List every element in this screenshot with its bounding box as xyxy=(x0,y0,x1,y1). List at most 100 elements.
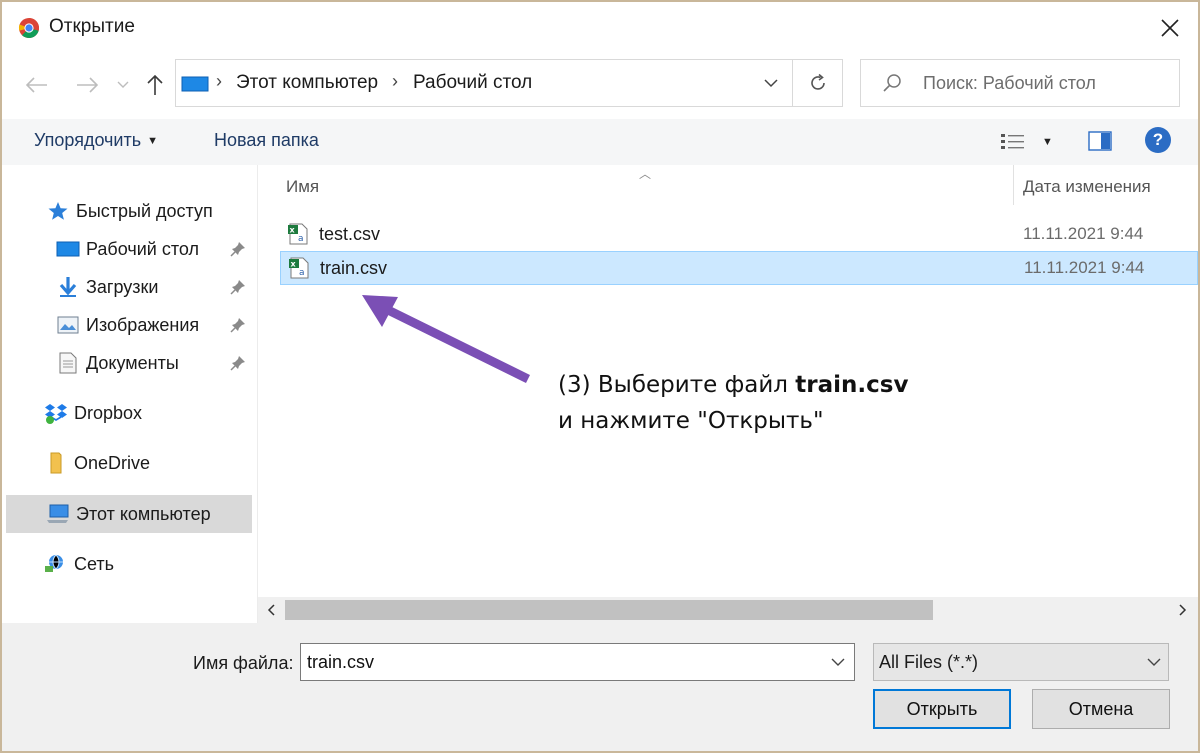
search-input[interactable] xyxy=(923,69,1163,97)
toolbar: Упорядочить ▼ Новая папка ▼ ? xyxy=(2,119,1198,166)
preview-pane-icon[interactable] xyxy=(1088,130,1112,152)
cancel-button[interactable]: Отмена xyxy=(1032,689,1170,729)
sidebar-item-documents[interactable]: Документы xyxy=(56,345,256,381)
csv-file-icon: x a xyxy=(289,257,309,279)
sidebar-item-label: Этот компьютер xyxy=(76,503,211,524)
sort-ascending-icon: ︿ xyxy=(639,167,652,181)
chevron-right-icon xyxy=(1179,604,1187,616)
scroll-right-button[interactable] xyxy=(1170,597,1196,623)
details-view-icon xyxy=(1001,134,1024,149)
forward-button[interactable] xyxy=(70,68,104,102)
pin-icon[interactable] xyxy=(230,317,246,333)
onedrive-icon xyxy=(44,452,68,474)
pictures-icon xyxy=(56,314,80,336)
column-header-date[interactable]: Дата изменения xyxy=(1023,177,1151,197)
column-header-name[interactable]: Имя xyxy=(286,177,319,197)
caret-down-icon: ▼ xyxy=(147,135,159,148)
search-icon xyxy=(883,74,901,92)
scroll-left-button[interactable] xyxy=(258,597,284,623)
back-button[interactable] xyxy=(20,68,54,102)
help-button[interactable]: ? xyxy=(1145,127,1171,153)
annotation-line2: и нажмите "Открыть" xyxy=(558,408,824,434)
arrow-left-icon xyxy=(26,77,47,93)
organize-button[interactable]: Упорядочить ▼ xyxy=(34,130,158,151)
chevron-down-icon xyxy=(117,81,129,88)
sidebar-item-label: Сеть xyxy=(74,553,115,574)
chevron-down-icon xyxy=(764,78,778,87)
close-button[interactable] xyxy=(1150,8,1190,48)
filename-input[interactable] xyxy=(307,650,807,674)
recent-locations-button[interactable] xyxy=(112,72,134,98)
open-button[interactable]: Открыть xyxy=(873,689,1011,729)
filetype-select[interactable]: All Files (*.*) xyxy=(873,643,1169,681)
breadcrumb-separator: › xyxy=(392,71,398,91)
chevron-down-icon xyxy=(1147,658,1161,666)
sidebar-item-onedrive[interactable]: OneDrive xyxy=(44,445,244,481)
star-icon xyxy=(46,200,70,222)
address-divider xyxy=(792,60,793,106)
up-button[interactable] xyxy=(140,68,170,102)
sidebar-item-downloads[interactable]: Загрузки xyxy=(56,269,256,305)
breadcrumb-separator: › xyxy=(216,71,222,91)
title-bar: Открытие xyxy=(2,2,1198,54)
annotation-text: (3) Выберите файл train.csv и нажмите "О… xyxy=(558,367,908,439)
sidebar-item-quick-access[interactable]: Быстрый доступ xyxy=(46,193,246,229)
pin-icon[interactable] xyxy=(230,355,246,371)
window-title: Открытие xyxy=(49,16,135,37)
new-folder-button[interactable]: Новая папка xyxy=(214,130,319,151)
annotation-line1: (3) Выберите файл xyxy=(558,372,796,398)
sidebar-item-label: Dropbox xyxy=(74,402,143,423)
file-row-test-csv[interactable]: x a test.csv 11.11.2021 9:44 xyxy=(280,218,1198,252)
filename-combobox[interactable] xyxy=(300,643,855,681)
monitor-icon xyxy=(181,76,209,92)
search-box[interactable] xyxy=(860,59,1180,107)
sidebar-item-dropbox[interactable]: Dropbox xyxy=(44,395,244,431)
sidebar-item-this-pc[interactable]: Этот компьютер xyxy=(6,495,252,533)
sidebar-item-label: Документы xyxy=(86,352,179,373)
svg-text:x: x xyxy=(291,260,297,269)
download-icon xyxy=(56,276,80,298)
annotation-filename: train.csv xyxy=(795,372,909,398)
sidebar-item-network[interactable]: Сеть xyxy=(44,546,244,582)
organize-label: Упорядочить xyxy=(34,130,142,150)
refresh-icon xyxy=(811,73,825,90)
file-date: 11.11.2021 9:44 xyxy=(1023,224,1144,243)
svg-text:a: a xyxy=(298,234,304,244)
address-dropdown-button[interactable] xyxy=(751,60,791,106)
arrow-right-icon xyxy=(77,77,98,93)
sidebar-item-label: OneDrive xyxy=(74,452,151,473)
file-row-train-csv[interactable]: x a train.csv 11.11.2021 9:44 xyxy=(280,251,1198,285)
sidebar-item-label: Загрузки xyxy=(86,276,159,297)
close-icon xyxy=(1161,19,1179,37)
chevron-down-icon[interactable] xyxy=(828,652,848,672)
caret-down-icon: ▼ xyxy=(1042,136,1053,148)
network-icon xyxy=(44,553,68,575)
sidebar-item-label: Изображения xyxy=(86,314,200,335)
sidebar-item-label: Рабочий стол xyxy=(86,238,199,259)
dropbox-icon xyxy=(44,402,68,424)
address-bar[interactable]: › Этот компьютер › Рабочий стол xyxy=(175,59,843,107)
file-date: 11.11.2021 9:44 xyxy=(1024,258,1145,277)
chevron-left-icon xyxy=(267,604,275,616)
horizontal-scrollbar[interactable] xyxy=(258,597,1198,623)
csv-file-icon: x a xyxy=(288,223,308,245)
scroll-thumb[interactable] xyxy=(285,600,933,620)
sidebar-item-pictures[interactable]: Изображения xyxy=(56,307,256,343)
breadcrumb-desktop[interactable]: Рабочий стол xyxy=(413,72,532,94)
column-divider[interactable] xyxy=(1013,165,1014,205)
pin-icon[interactable] xyxy=(230,279,246,295)
sidebar-item-desktop[interactable]: Рабочий стол xyxy=(56,231,256,267)
sidebar-item-label: Быстрый доступ xyxy=(76,200,213,221)
pin-icon[interactable] xyxy=(230,241,246,257)
navigation-pane: Быстрый доступ Рабочий стол Загрузки Изо… xyxy=(2,165,258,623)
svg-text:a: a xyxy=(299,268,305,278)
open-file-dialog: Открытие › Этот компьютер › Рабочий стол xyxy=(0,0,1200,753)
breadcrumb-this-pc[interactable]: Этот компьютер xyxy=(236,72,378,94)
filename-label: Имя файла: xyxy=(193,653,294,673)
file-name: test.csv xyxy=(319,224,381,244)
svg-text:x: x xyxy=(290,226,296,235)
refresh-button[interactable] xyxy=(794,60,842,106)
desktop-icon xyxy=(56,238,80,260)
change-view-button[interactable]: ▼ xyxy=(1000,129,1060,155)
chrome-icon xyxy=(18,18,40,38)
